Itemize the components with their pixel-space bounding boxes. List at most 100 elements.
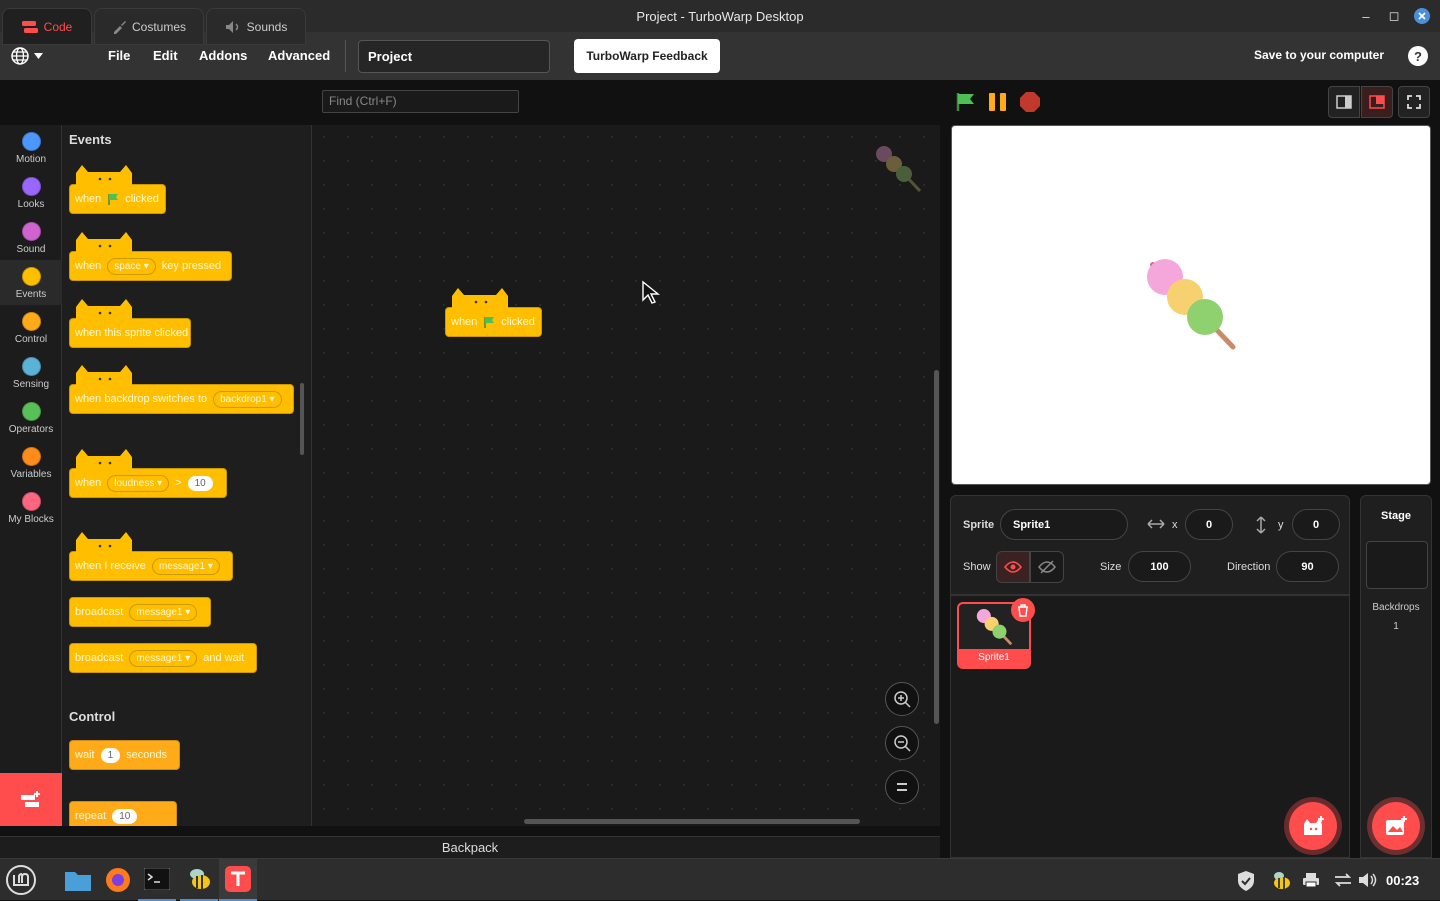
code-workspace[interactable]: when clicked (312, 125, 940, 826)
taskbar-firefox[interactable] (99, 859, 137, 901)
bee-icon (190, 869, 210, 889)
taskbar-terminal[interactable] (138, 859, 176, 901)
size-input[interactable]: 100 (1128, 551, 1191, 582)
block-when-key-pressed[interactable]: when space ▾ key pressed (69, 232, 232, 281)
block-when-flag-clicked[interactable]: when clicked (69, 165, 166, 214)
tab-costumes[interactable]: Costumes (94, 8, 204, 45)
close-icon[interactable] (1408, 0, 1436, 32)
language-menu[interactable] (10, 46, 43, 66)
sprite-name-input[interactable]: Sprite1 (1000, 509, 1128, 540)
delete-sprite-button[interactable] (1011, 598, 1035, 622)
block-when-backdrop-switches[interactable]: when backdrop switches to backdrop1 ▾ (69, 365, 294, 414)
zoom-out-button[interactable] (885, 726, 919, 760)
category-operators[interactable]: Operators (0, 395, 62, 435)
start-menu-button[interactable] (2, 859, 40, 901)
category-control[interactable]: Control (0, 305, 62, 345)
block-text: when (451, 316, 478, 328)
zoom-in-button[interactable] (885, 682, 919, 716)
project-title-input[interactable]: Project (358, 40, 550, 73)
tab-code[interactable]: Code (2, 8, 92, 45)
palette-scrollbar[interactable] (300, 383, 304, 455)
menu-file[interactable]: File (108, 48, 130, 63)
taskbar-bee-app[interactable] (180, 859, 218, 901)
sprite-label: Sprite (963, 519, 995, 531)
fullscreen-button[interactable] (1398, 86, 1430, 118)
fullscreen-icon (1407, 95, 1421, 109)
choose-backdrop-button[interactable] (1372, 802, 1420, 850)
message-dropdown[interactable]: message1 ▾ (129, 603, 198, 621)
block-text: when backdrop switches to (75, 393, 208, 405)
add-extension-button[interactable] (0, 773, 62, 826)
choose-sprite-button[interactable] (1289, 802, 1337, 850)
caret-down-icon (34, 53, 43, 59)
block-text: when (75, 260, 102, 272)
message-dropdown[interactable]: message1 ▾ (151, 557, 220, 575)
block-text: repeat (75, 810, 107, 822)
taskbar-files[interactable] (59, 859, 97, 901)
tab-sounds[interactable]: Sounds (206, 8, 306, 45)
category-motion[interactable]: Motion (0, 125, 62, 165)
category-events[interactable]: Events (0, 260, 62, 305)
script-when-flag-clicked[interactable]: when clicked (445, 288, 542, 337)
stop-icon[interactable] (1019, 91, 1041, 113)
maximize-icon[interactable]: ◻ (1380, 0, 1408, 32)
hat-cat-icon (76, 232, 132, 254)
network-icon[interactable] (1334, 872, 1352, 888)
x-label: x (1172, 519, 1178, 531)
save-to-computer-button[interactable]: Save to your computer (1254, 48, 1384, 62)
backpack-header[interactable]: Backpack (0, 836, 940, 858)
loudness-dropdown[interactable]: loudness ▾ (107, 474, 170, 492)
volume-icon[interactable] (1358, 871, 1378, 889)
menu-edit[interactable]: Edit (153, 48, 178, 63)
category-sound[interactable]: Sound (0, 215, 62, 255)
block-repeat[interactable]: repeat 10 (69, 801, 177, 826)
workspace-vertical-scrollbar[interactable] (934, 370, 939, 724)
printer-icon[interactable] (1302, 872, 1320, 888)
taskbar-turbowarp[interactable] (219, 859, 257, 901)
loudness-value-input[interactable]: 10 (187, 475, 213, 491)
block-when-i-receive[interactable]: when I receive message1 ▾ (69, 532, 233, 581)
zoom-reset-button[interactable] (885, 770, 919, 804)
message-dropdown[interactable]: message1 ▾ (129, 649, 198, 667)
direction-input[interactable]: 90 (1276, 551, 1339, 582)
block-broadcast[interactable]: broadcast message1 ▾ (69, 597, 211, 627)
dropdown-value: space (114, 260, 141, 272)
wait-value-input[interactable]: 1 (100, 747, 121, 763)
find-input[interactable]: Find (Ctrl+F) (322, 90, 519, 113)
category-my-blocks[interactable]: My Blocks (0, 485, 62, 525)
block-broadcast-and-wait[interactable]: broadcast message1 ▾ and wait (69, 643, 257, 673)
show-sprite-button[interactable] (996, 551, 1030, 583)
bee-tray-icon[interactable] (1270, 870, 1292, 890)
stage-canvas[interactable] (951, 125, 1431, 485)
dango-sprite[interactable] (1145, 259, 1237, 351)
menu-advanced[interactable]: Advanced (268, 48, 330, 63)
block-when-sprite-clicked[interactable]: when this sprite clicked (69, 299, 191, 348)
palette-heading-events: Events (69, 132, 112, 147)
pause-icon[interactable] (987, 92, 1009, 112)
key-dropdown[interactable]: space ▾ (107, 257, 156, 275)
green-flag-icon[interactable] (955, 92, 977, 112)
category-looks[interactable]: Looks (0, 170, 62, 210)
block-when-loudness[interactable]: when loudness ▾ > 10 (69, 449, 227, 498)
theme-moon-icon[interactable] (62, 46, 80, 66)
shield-icon[interactable] (1236, 870, 1256, 892)
minimize-icon[interactable]: – (1352, 0, 1380, 32)
x-input[interactable]: 0 (1185, 509, 1233, 540)
feedback-button[interactable]: TurboWarp Feedback (574, 39, 720, 73)
workspace-horizontal-scrollbar[interactable] (524, 819, 860, 824)
y-input[interactable]: 0 (1292, 509, 1340, 540)
help-icon[interactable]: ? (1408, 46, 1428, 66)
backdrop-dropdown[interactable]: backdrop1 ▾ (213, 390, 282, 408)
small-stage-button[interactable] (1328, 86, 1360, 118)
stage-panel-title: Stage (1381, 510, 1411, 522)
category-sensing[interactable]: Sensing (0, 350, 62, 390)
category-label: Motion (15, 154, 46, 165)
block-text: broadcast (75, 652, 124, 664)
repeat-value-input[interactable]: 10 (112, 808, 138, 824)
menu-addons[interactable]: Addons (199, 48, 247, 63)
category-variables[interactable]: Variables (0, 440, 62, 480)
large-stage-button[interactable] (1361, 86, 1393, 118)
block-text: clicked (125, 193, 159, 205)
block-wait-seconds[interactable]: wait 1 seconds (69, 740, 180, 770)
hide-sprite-button[interactable] (1030, 551, 1064, 583)
